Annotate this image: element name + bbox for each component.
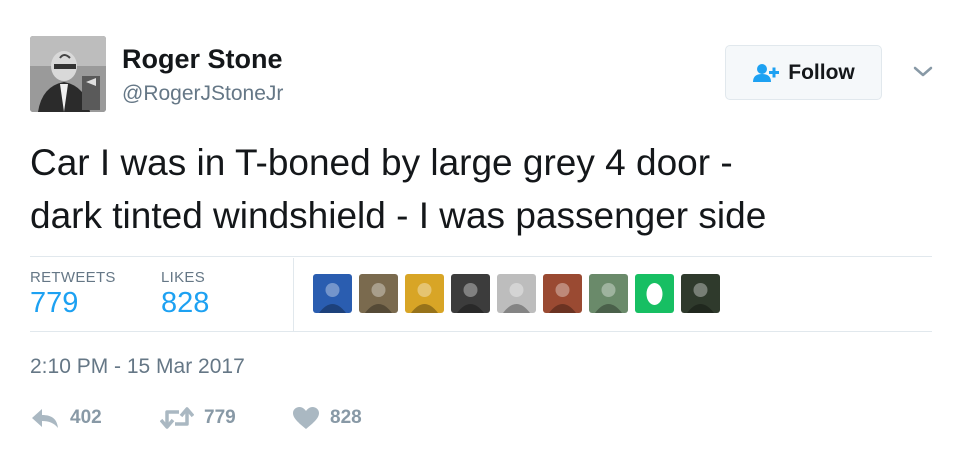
more-options-caret[interactable]	[910, 60, 936, 82]
like-button[interactable]: 828	[292, 406, 362, 430]
user-name[interactable]: Roger Stone	[122, 44, 283, 75]
user-handle[interactable]: @RogerJStoneJr	[122, 82, 283, 106]
follow-button-label: Follow	[788, 60, 855, 84]
add-user-icon	[753, 63, 780, 82]
liker-avatar-6[interactable]	[543, 274, 582, 313]
chevron-down-icon	[913, 66, 933, 77]
avatar-photo	[30, 36, 106, 112]
liker-avatar-9[interactable]	[681, 274, 720, 313]
follow-button[interactable]: Follow	[725, 45, 882, 100]
reply-count: 402	[70, 407, 102, 428]
reply-icon	[32, 409, 58, 428]
liker-avatars	[313, 274, 720, 313]
liker-avatar-1[interactable]	[313, 274, 352, 313]
stats-bottom-divider	[30, 331, 932, 332]
retweets-count[interactable]: 779	[30, 287, 78, 320]
likes-label: LIKES	[161, 269, 206, 286]
tweet-text-line-1: Car I was in T-boned by large grey 4 doo…	[30, 142, 733, 183]
heart-icon	[293, 407, 319, 429]
tweet-timestamp[interactable]: 2:10 PM - 15 Mar 2017	[30, 355, 245, 379]
liker-avatar-8[interactable]	[635, 274, 674, 313]
tweet-text-line-2: dark tinted windshield - I was passenger…	[30, 195, 767, 236]
tweet-text: Car I was in T-boned by large grey 4 doo…	[30, 136, 930, 242]
reply-button[interactable]: 402	[30, 406, 102, 430]
stats-top-divider	[30, 256, 932, 257]
stats-vertical-divider	[293, 258, 294, 331]
retweet-count: 779	[204, 407, 236, 428]
liker-avatar-7[interactable]	[589, 274, 628, 313]
liker-avatar-4[interactable]	[451, 274, 490, 313]
liker-avatar-5[interactable]	[497, 274, 536, 313]
user-avatar[interactable]	[30, 36, 106, 112]
likes-count[interactable]: 828	[161, 287, 209, 320]
like-count: 828	[330, 407, 362, 428]
liker-avatar-2[interactable]	[359, 274, 398, 313]
retweets-label: RETWEETS	[30, 269, 116, 286]
retweet-icon	[160, 407, 194, 429]
retweet-button[interactable]: 779	[160, 406, 236, 430]
liker-avatar-3[interactable]	[405, 274, 444, 313]
